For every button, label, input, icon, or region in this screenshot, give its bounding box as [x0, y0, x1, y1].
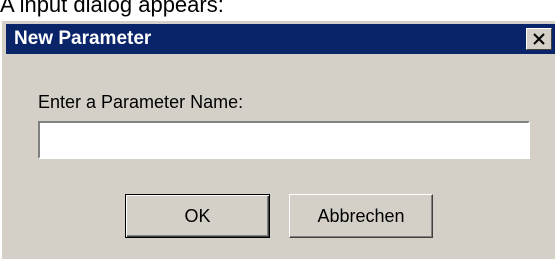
parameter-name-input[interactable]	[38, 121, 530, 159]
close-icon	[533, 33, 545, 45]
title-bar[interactable]: New Parameter	[6, 24, 555, 54]
new-parameter-dialog: New Parameter Enter a Parameter Name: OK…	[0, 19, 555, 259]
close-button[interactable]	[526, 28, 552, 50]
dialog-title: New Parameter	[14, 28, 152, 49]
parameter-name-label: Enter a Parameter Name:	[38, 92, 244, 112]
caption-text: A input dialog appears:	[0, 0, 224, 17]
ok-button[interactable]: OK	[125, 194, 270, 238]
cancel-button[interactable]: Abbrechen	[289, 194, 433, 238]
